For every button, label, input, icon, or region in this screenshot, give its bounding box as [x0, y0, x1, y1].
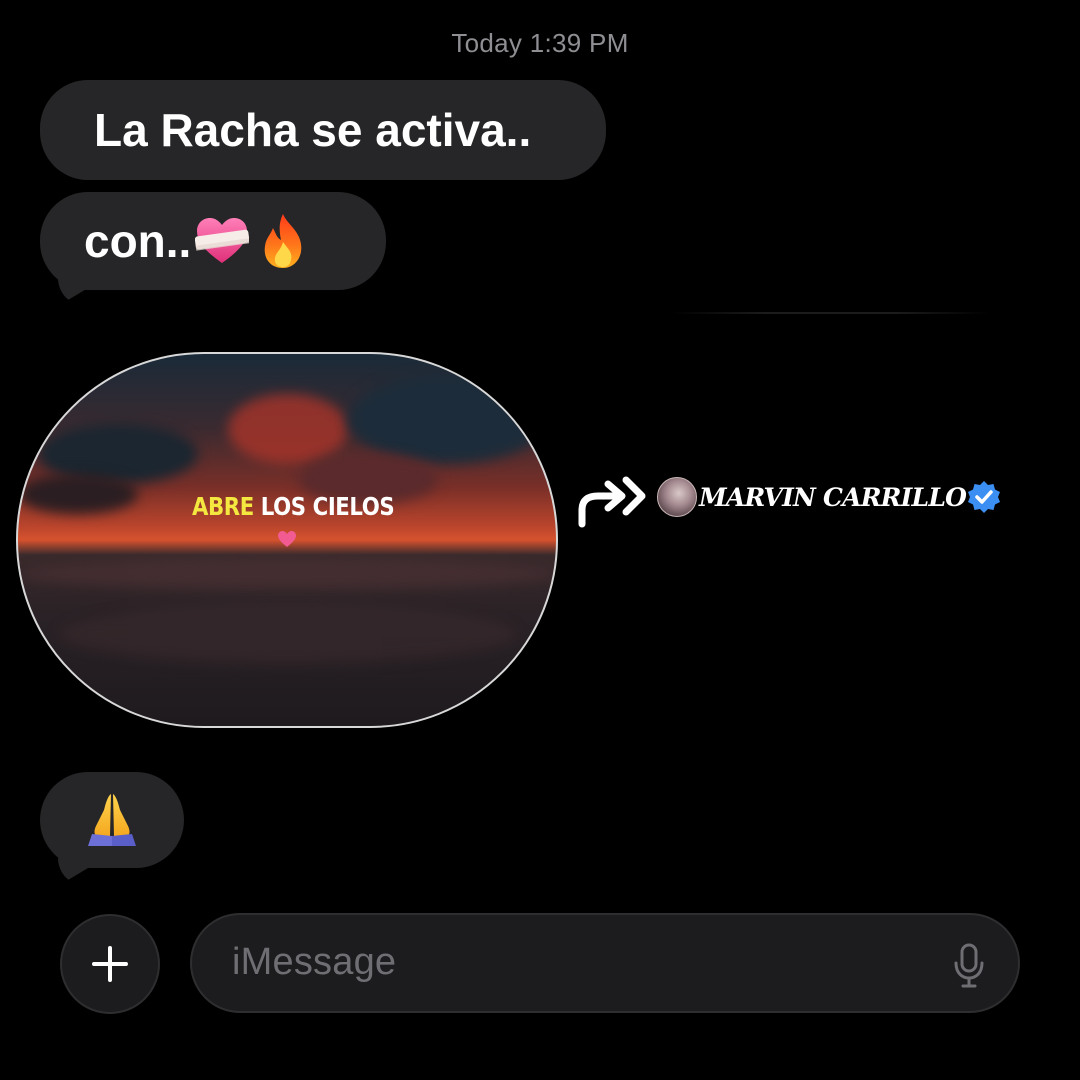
- profile-name: MARVIN CARRILLO: [699, 482, 967, 512]
- microphone-icon[interactable]: [952, 943, 986, 989]
- divider: [670, 312, 990, 314]
- verified-badge-icon: [968, 481, 1001, 513]
- caption-text: LOS CIELOS: [260, 492, 395, 521]
- heart-icon: [278, 531, 296, 547]
- folded-hands-icon: [88, 794, 136, 846]
- video-caption: ABRE LOS CIELOS: [192, 492, 395, 521]
- cloud-shape: [348, 374, 548, 464]
- plus-icon: [92, 946, 128, 982]
- message-bubble[interactable]: [40, 772, 184, 868]
- message-bubble[interactable]: La Racha se activa..: [40, 80, 606, 180]
- heart-with-bandage-icon: [195, 218, 250, 263]
- cloud-shape: [18, 474, 138, 514]
- message-text: La Racha se activa..: [94, 104, 532, 156]
- message-bubble[interactable]: con..: [40, 192, 386, 290]
- avatar: [657, 477, 697, 517]
- message-text: con..: [84, 215, 192, 267]
- sea-shimmer: [18, 559, 556, 589]
- message-input[interactable]: iMessage: [190, 913, 1020, 1013]
- add-attachment-button[interactable]: [60, 914, 160, 1014]
- share-arrow-icon: [578, 476, 646, 528]
- profile-tag[interactable]: MARVIN CARRILLO: [657, 477, 1002, 517]
- cloud-shape: [228, 394, 348, 464]
- fire-icon: [265, 214, 302, 268]
- sea-shimmer: [58, 604, 518, 664]
- message-input-placeholder: iMessage: [232, 941, 397, 983]
- message-timestamp: Today 1:39 PM: [451, 28, 629, 58]
- caption-highlight: ABRE: [192, 492, 254, 521]
